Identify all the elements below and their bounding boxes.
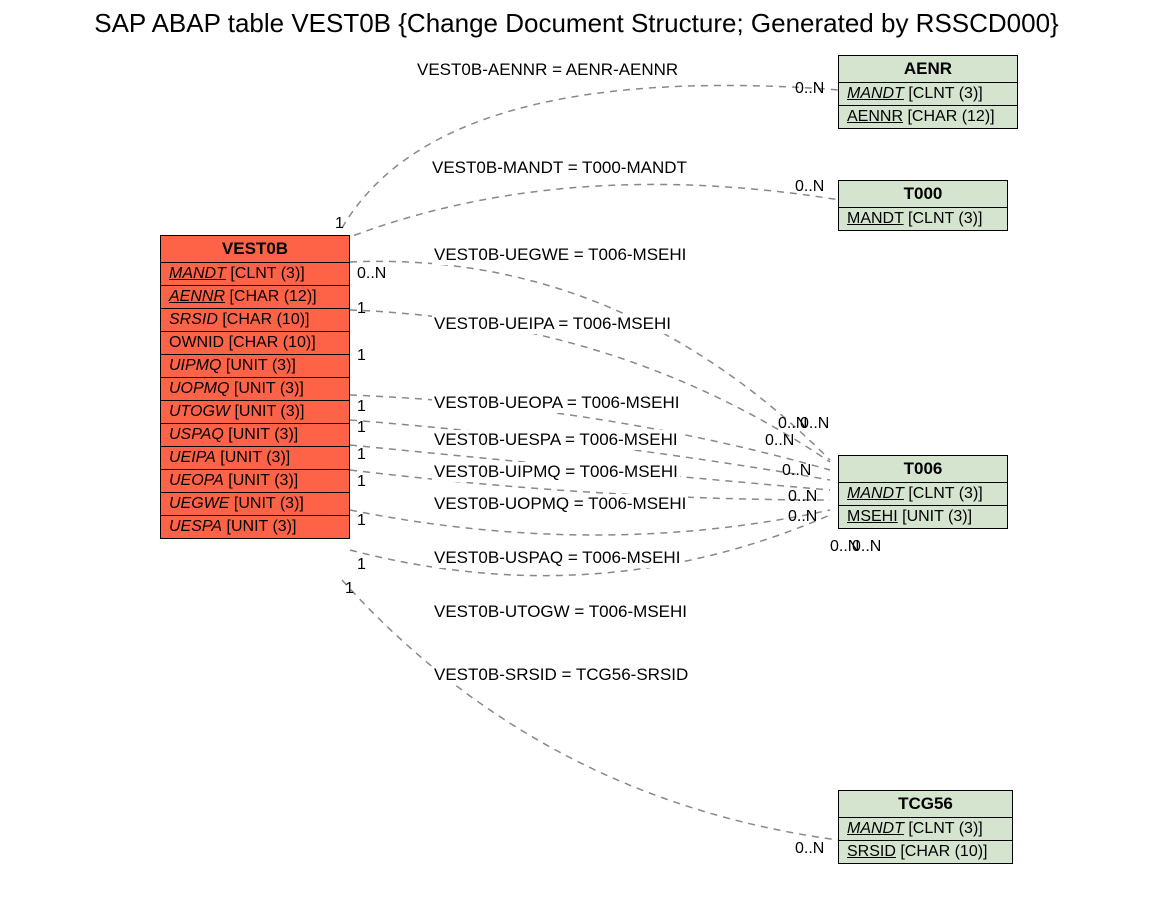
table-row: UEGWE [UNIT (3)] xyxy=(161,493,349,516)
relation-label: VEST0B-MANDT = T000-MANDT xyxy=(430,158,689,178)
diagram-canvas: SAP ABAP table VEST0B {Change Document S… xyxy=(0,0,1153,900)
table-row: MANDT [CLNT (3)] xyxy=(839,483,1007,506)
table-row: AENNR [CHAR (12)] xyxy=(161,286,349,309)
cardinality-one: 1 xyxy=(335,215,344,233)
entity-t006-header: T006 xyxy=(839,456,1007,483)
table-row: SRSID [CHAR (10)] xyxy=(839,841,1012,863)
table-row: MSEHI [UNIT (3)] xyxy=(839,506,1007,528)
relation-label: VEST0B-UEIPA = T006-MSEHI xyxy=(432,314,673,334)
entity-aenr-header: AENR xyxy=(839,56,1017,83)
relation-label: VEST0B-UTOGW = T006-MSEHI xyxy=(432,602,689,622)
cardinality-many: 0..N xyxy=(795,80,824,98)
entity-tcg56-header: TCG56 xyxy=(839,791,1012,818)
table-row: OWNID [CHAR (10)] xyxy=(161,332,349,355)
table-row: MANDT [CLNT (3)] xyxy=(839,83,1017,106)
entity-vest0b-header: VEST0B xyxy=(161,236,349,263)
cardinality-many: 0..N xyxy=(795,840,824,858)
cardinality-many: 0..N xyxy=(800,415,829,433)
relation-label: VEST0B-UIPMQ = T006-MSEHI xyxy=(432,462,680,482)
relation-label: VEST0B-UEOPA = T006-MSEHI xyxy=(432,393,682,413)
cardinality-many: 0..N xyxy=(852,538,881,556)
table-row: USPAQ [UNIT (3)] xyxy=(161,424,349,447)
relation-label: VEST0B-AENNR = AENR-AENNR xyxy=(415,60,680,80)
cardinality-many: 0..N xyxy=(782,462,811,480)
relation-label: VEST0B-SRSID = TCG56-SRSID xyxy=(432,665,690,685)
table-row: AENNR [CHAR (12)] xyxy=(839,106,1017,128)
cardinality-one: 1 xyxy=(357,419,366,437)
relation-label: VEST0B-UEGWE = T006-MSEHI xyxy=(432,245,688,265)
entity-tcg56: TCG56 MANDT [CLNT (3)] SRSID [CHAR (10)] xyxy=(838,790,1013,864)
cardinality-one: 1 xyxy=(357,512,366,530)
cardinality-one: 1 xyxy=(357,556,366,574)
table-row: UOPMQ [UNIT (3)] xyxy=(161,378,349,401)
cardinality-many: 0..N xyxy=(795,178,824,196)
cardinality-one: 1 xyxy=(357,446,366,464)
entity-t006: T006 MANDT [CLNT (3)] MSEHI [UNIT (3)] xyxy=(838,455,1008,529)
cardinality-one: 1 xyxy=(345,580,354,598)
relation-label: VEST0B-UOPMQ = T006-MSEHI xyxy=(432,494,688,514)
entity-t000-header: T000 xyxy=(839,181,1007,208)
cardinality-one: 1 xyxy=(357,300,366,318)
table-row: MANDT [CLNT (3)] xyxy=(839,208,1007,230)
table-row: MANDT [CLNT (3)] xyxy=(839,818,1012,841)
table-row: UTOGW [UNIT (3)] xyxy=(161,401,349,424)
table-row: UEOPA [UNIT (3)] xyxy=(161,470,349,493)
entity-t000: T000 MANDT [CLNT (3)] xyxy=(838,180,1008,231)
cardinality-one: 1 xyxy=(357,398,366,416)
table-row: MANDT [CLNT (3)] xyxy=(161,263,349,286)
entity-vest0b: VEST0B MANDT [CLNT (3)] AENNR [CHAR (12)… xyxy=(160,235,350,539)
relation-label: VEST0B-UESPA = T006-MSEHI xyxy=(432,430,680,450)
relation-label: VEST0B-USPAQ = T006-MSEHI xyxy=(432,548,682,568)
cardinality-many: 0..N xyxy=(788,508,817,526)
diagram-title: SAP ABAP table VEST0B {Change Document S… xyxy=(0,8,1153,39)
table-row: UESPA [UNIT (3)] xyxy=(161,516,349,538)
cardinality-many: 0..N xyxy=(765,432,794,450)
table-row: SRSID [CHAR (10)] xyxy=(161,309,349,332)
cardinality-one: 1 xyxy=(357,473,366,491)
cardinality-one: 1 xyxy=(357,347,366,365)
entity-aenr: AENR MANDT [CLNT (3)] AENNR [CHAR (12)] xyxy=(838,55,1018,129)
table-row: UIPMQ [UNIT (3)] xyxy=(161,355,349,378)
table-row: UEIPA [UNIT (3)] xyxy=(161,447,349,470)
cardinality-many: 0..N xyxy=(357,265,386,283)
cardinality-many: 0..N xyxy=(788,488,817,506)
